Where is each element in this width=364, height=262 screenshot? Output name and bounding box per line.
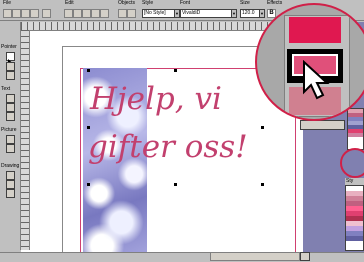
menu-objects[interactable]: Objects bbox=[118, 0, 135, 7]
open-file-icon[interactable] bbox=[12, 9, 21, 18]
undo-icon[interactable] bbox=[91, 9, 100, 18]
zoom-magnifier bbox=[255, 3, 364, 121]
headline-text-line-2[interactable]: gifter oss! bbox=[88, 130, 248, 164]
font-dropdown-arrow-icon[interactable]: ▼ bbox=[231, 9, 237, 18]
selection-handle[interactable] bbox=[174, 69, 177, 72]
horizontal-scrollbar[interactable] bbox=[210, 252, 300, 261]
menu-size[interactable]: Size bbox=[240, 0, 250, 7]
menu-style[interactable]: Style bbox=[142, 0, 153, 7]
style-panel-label: Sty bbox=[345, 178, 364, 185]
rotate-tool-icon[interactable] bbox=[6, 62, 15, 71]
menu-file[interactable]: File bbox=[3, 0, 11, 7]
table-tool-icon[interactable] bbox=[6, 112, 15, 121]
picture-frame-tool-icon[interactable] bbox=[6, 135, 15, 144]
swatch-list[interactable] bbox=[345, 185, 364, 251]
menu-edit[interactable]: Edit bbox=[65, 0, 74, 7]
pointer-tool-icon[interactable] bbox=[6, 52, 15, 66]
print-icon[interactable] bbox=[30, 9, 39, 18]
selection-handle[interactable] bbox=[261, 126, 264, 129]
picture-crop-tool-icon[interactable] bbox=[6, 144, 15, 153]
menu-effects[interactable]: Effects bbox=[267, 0, 282, 7]
color-swatch-red[interactable] bbox=[289, 17, 341, 43]
scroll-right-arrow-icon[interactable] bbox=[300, 252, 310, 261]
text-path-tool-icon[interactable] bbox=[6, 103, 15, 112]
print-preview-icon[interactable] bbox=[42, 9, 51, 18]
redo-icon[interactable] bbox=[100, 9, 109, 18]
picture-section-label: Picture bbox=[1, 127, 17, 133]
paste-icon[interactable] bbox=[82, 9, 91, 18]
text-frame-tool-icon[interactable] bbox=[6, 94, 15, 103]
panel-scrollbar[interactable] bbox=[300, 120, 345, 130]
drawing-section-label: Drawing bbox=[1, 163, 20, 169]
font-dropdown[interactable]: VivaldiD bbox=[180, 9, 232, 18]
margin-guide-left bbox=[80, 68, 81, 258]
rectangle-tool-icon[interactable] bbox=[6, 180, 15, 189]
vertical-ruler bbox=[21, 30, 30, 250]
mouse-pointer-icon bbox=[302, 59, 336, 100]
ungroup-icon[interactable] bbox=[127, 9, 136, 18]
pointer-section-label: Pointer bbox=[1, 44, 17, 50]
selection-handle[interactable] bbox=[87, 69, 90, 72]
copy-icon[interactable] bbox=[73, 9, 82, 18]
save-icon[interactable] bbox=[21, 9, 30, 18]
text-section-label: Text bbox=[1, 86, 11, 92]
headline-text-line-1[interactable]: Hjelp, vi bbox=[90, 82, 222, 116]
group-icon[interactable] bbox=[118, 9, 127, 18]
selection-handle[interactable] bbox=[174, 183, 177, 186]
cut-icon[interactable] bbox=[64, 9, 73, 18]
zoom-tool-icon[interactable] bbox=[6, 71, 15, 80]
selection-handle[interactable] bbox=[87, 183, 90, 186]
menu-font[interactable]: Font bbox=[180, 0, 190, 7]
style-dropdown[interactable]: [No Style] bbox=[142, 9, 175, 18]
new-document-icon[interactable] bbox=[3, 9, 12, 18]
line-tool-icon[interactable] bbox=[6, 171, 15, 180]
horizontal-ruler bbox=[21, 22, 303, 31]
size-dropdown[interactable]: 120.0 bbox=[240, 9, 260, 18]
size-dropdown-arrow-icon[interactable]: ▼ bbox=[259, 9, 265, 18]
zoom-source-indicator bbox=[340, 148, 364, 178]
selection-handle[interactable] bbox=[261, 183, 264, 186]
ellipse-tool-icon[interactable] bbox=[6, 189, 15, 198]
